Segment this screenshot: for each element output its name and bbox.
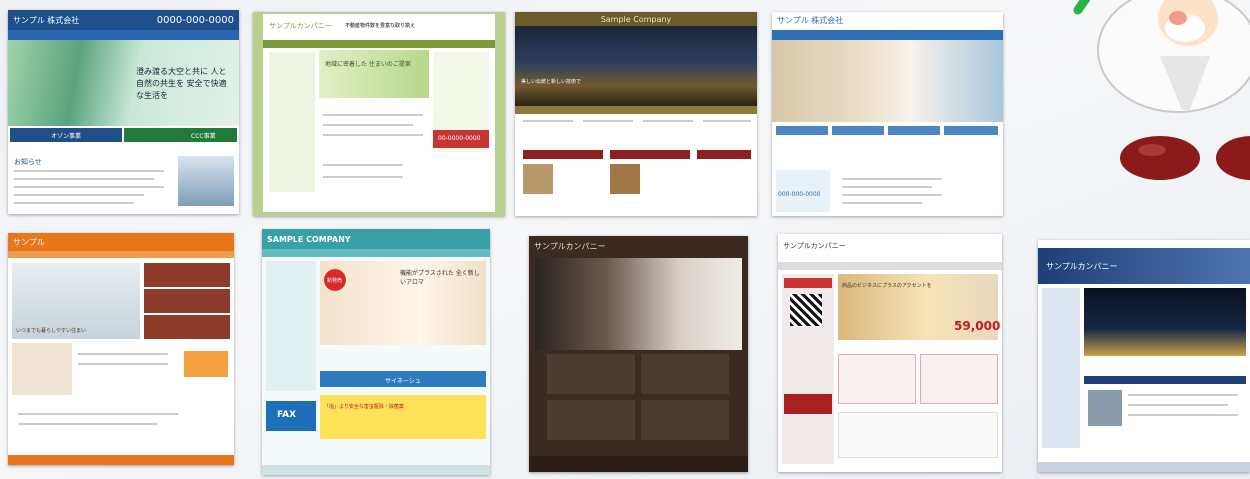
thumb-card	[920, 354, 998, 404]
thumb-promo-1: サイネーシュ	[385, 378, 421, 385]
thumb-hero-text: 商品のビジネスにプラスのアクセントを	[842, 283, 932, 289]
thumb-phone: 0000-000-0000	[156, 14, 234, 26]
thumb-title: サンプル 株式会社	[777, 15, 844, 25]
template-thumbnail-9[interactable]: サンプルカンパニー	[1038, 240, 1250, 472]
thumb-header: Sample Company	[515, 12, 757, 26]
thumb-header: サンプル	[8, 233, 234, 251]
thumb-hero-text: 美しい伝統と新しい技術で	[521, 79, 582, 85]
thumb-header: サンプル 株式会社 0000-000-0000	[8, 10, 239, 30]
template-thumbnail-2[interactable]: サンプルカンパニー 不動産物件数を豊富な取り揃え 地域に密着した 住まいのご提案…	[253, 12, 505, 216]
thumb-web-banner	[784, 394, 832, 414]
thumb-promo-2: 「塩」より安全な害虫駆除・除菌薬	[324, 404, 404, 410]
thumb-hero-text: いつまでも暮らしやすい住まい	[16, 328, 86, 334]
thumb-nav	[515, 106, 757, 114]
thumb-side-banner	[184, 351, 228, 377]
thumb-photo	[1088, 390, 1122, 426]
template-thumbnail-5[interactable]: サンプル いつまでも暮らしやすい住まい	[8, 233, 234, 465]
thumb-hero-image	[515, 26, 757, 106]
thumb-photo	[610, 164, 640, 194]
thumb-qr-code	[790, 294, 822, 326]
page: { "thumbnails": [ {"title":"サンプル 株式会社","…	[0, 0, 1250, 479]
thumb-menu-block	[144, 263, 230, 287]
thumb-content-box	[547, 354, 635, 394]
thumb-tab	[888, 126, 940, 135]
thumb-sidebar	[269, 52, 315, 192]
thumb-nav	[262, 249, 490, 257]
mascot-character-icon	[1073, 0, 1250, 180]
thumb-nav	[8, 30, 239, 40]
thumb-section-bar	[610, 150, 690, 159]
template-thumbnail-4[interactable]: サンプル 株式会社 000-000-0000	[772, 12, 1003, 216]
thumb-side-header	[784, 278, 832, 288]
thumb-price: 59,000	[954, 319, 1001, 333]
template-thumbnail-3[interactable]: Sample Company 美しい伝統と新しい技術で	[515, 12, 757, 216]
thumb-photo	[523, 164, 553, 194]
thumb-nav	[772, 30, 1003, 40]
thumb-header: サンプルカンパニー	[529, 236, 748, 256]
thumb-banner-left: オゾン事業	[51, 133, 82, 140]
thumb-phone: 00-0000-0000	[438, 135, 481, 142]
thumb-badge: 新発売	[327, 278, 343, 284]
template-thumbnail-1[interactable]: サンプル 株式会社 0000-000-0000 澄み渡る大空と共に 人と自然の共…	[8, 10, 239, 214]
thumb-header: SAMPLE COMPANY	[262, 229, 490, 249]
thumb-footer	[1038, 462, 1250, 472]
thumb-title: SAMPLE COMPANY	[267, 234, 351, 244]
thumb-title: サンプルカンパニー	[269, 22, 332, 30]
thumb-content-box	[547, 400, 635, 440]
thumb-header: サンプルカンパニー	[778, 234, 1002, 258]
thumb-footer	[8, 455, 234, 465]
thumb-service-box	[838, 412, 998, 458]
thumb-hero-image	[772, 40, 1003, 122]
thumb-banner-right-bg	[124, 128, 237, 142]
thumb-phone: 000-000-0000	[778, 191, 821, 198]
thumb-tagline: 不動産物件数を豊富な取り揃え	[345, 23, 416, 29]
thumb-hero-text: 地域に密着した 住まいのご提案	[325, 61, 411, 68]
thumb-sidebar	[266, 261, 316, 391]
thumb-card	[838, 354, 916, 404]
thumb-title: サンプルカンパニー	[534, 241, 606, 251]
thumb-news-heading: お知らせ	[14, 158, 42, 166]
thumb-section-bar	[1084, 376, 1246, 384]
thumb-side-photo	[178, 156, 234, 206]
thumb-nav	[8, 251, 234, 258]
thumb-footer	[262, 465, 490, 475]
thumb-tab	[832, 126, 884, 135]
thumb-content-box	[641, 400, 729, 440]
thumb-photo	[12, 343, 72, 395]
thumb-sidebar	[1042, 288, 1080, 448]
thumb-tab	[776, 126, 828, 135]
template-thumbnail-6[interactable]: SAMPLE COMPANY 新発売 機能がプラスされた 全く新しいアロマ サイ…	[262, 229, 490, 475]
thumb-title: サンプルカンパニー	[783, 242, 846, 250]
thumb-footer	[529, 456, 748, 472]
thumb-hero-text: 機能がプラスされた 全く新しいアロマ	[400, 270, 480, 286]
thumb-tab	[944, 126, 998, 135]
thumb-title: サンプル	[13, 237, 45, 247]
thumb-content-box	[641, 354, 729, 394]
thumb-section-bar	[697, 150, 751, 159]
thumb-title: サンプルカンパニー	[1046, 262, 1118, 271]
template-thumbnail-7[interactable]: サンプルカンパニー	[529, 236, 748, 472]
mascot-pointer-icon	[1073, 0, 1091, 15]
thumb-menu-block	[144, 315, 230, 339]
mascot-right-foot-icon	[1216, 136, 1250, 180]
mascot-left-foot-icon	[1120, 136, 1200, 180]
thumb-promo-3: FAX	[277, 410, 297, 420]
thumb-nav	[778, 262, 1002, 270]
mascot-nose-icon	[1169, 11, 1187, 25]
thumb-menu-block	[144, 289, 230, 313]
thumb-nav	[263, 40, 495, 48]
thumb-section-bar	[523, 150, 603, 159]
thumb-title: Sample Company	[600, 14, 672, 24]
thumb-hero-text: 澄み渡る大空と共に 人と自然の共生を 安全で快適な生活を	[136, 67, 227, 100]
mascot-foot-shine-icon	[1138, 144, 1166, 156]
thumb-hero-image	[319, 50, 429, 98]
thumb-banner-right: CCC事業	[191, 133, 216, 140]
template-thumbnail-8[interactable]: サンプルカンパニー 商品のビジネスにプラスのアクセントを 59,000	[778, 234, 1002, 472]
thumb-title: サンプル 株式会社	[13, 15, 80, 25]
thumb-hero-image	[535, 258, 742, 350]
thumb-hero-image	[1084, 288, 1246, 356]
thumb-header: サンプル 株式会社	[772, 12, 1003, 28]
